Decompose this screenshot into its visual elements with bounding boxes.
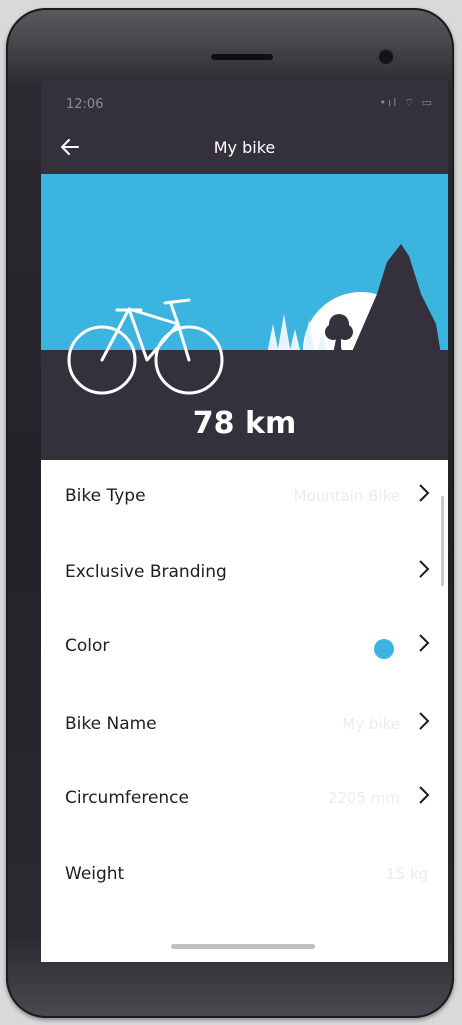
page-title: My bike: [213, 138, 276, 157]
row-value: 2205 mm: [327, 789, 400, 807]
status-bar: 12:06 •ıl ⌔ ▭: [41, 80, 448, 124]
row-value: My bike: [342, 715, 400, 733]
row-label: Color: [65, 636, 110, 656]
row-bike-name[interactable]: Bike Name My bike: [41, 688, 448, 764]
row-weight[interactable]: Weight 15 kg: [41, 838, 448, 914]
chevron-right-icon: [419, 560, 430, 578]
phone-speaker: [211, 54, 273, 60]
row-exclusive-branding[interactable]: Exclusive Branding: [41, 536, 448, 612]
phone-frame: 12:06 •ıl ⌔ ▭ My bike 78 km Bike Type Mo…: [6, 8, 454, 1018]
row-color[interactable]: Color: [41, 610, 448, 686]
chevron-right-icon: [419, 484, 430, 502]
front-camera: [379, 50, 393, 64]
bike-hero-banner: 78 km: [41, 174, 448, 460]
row-bike-type[interactable]: Bike Type Mountain Bike: [41, 460, 448, 536]
chevron-right-icon: [419, 634, 430, 652]
row-label: Weight: [65, 864, 125, 884]
total-distance: 78 km: [192, 406, 297, 441]
status-time: 12:06: [66, 97, 104, 112]
row-value: 15 kg: [385, 865, 428, 883]
chevron-right-icon: [419, 786, 430, 804]
home-indicator[interactable]: [171, 944, 315, 949]
row-label: Circumference: [65, 788, 189, 808]
app-screen: 12:06 •ıl ⌔ ▭ My bike 78 km Bike Type Mo…: [41, 80, 448, 962]
row-circumference[interactable]: Circumference 2205 mm: [41, 762, 448, 838]
status-icons: •ıl ⌔ ▭: [379, 96, 434, 109]
scrollbar[interactable]: [441, 496, 444, 586]
row-value: Mountain Bike: [293, 487, 401, 505]
row-label: Bike Name: [65, 714, 157, 734]
color-swatch: [374, 639, 394, 659]
nav-bar: My bike: [41, 124, 448, 174]
row-label: Bike Type: [65, 486, 146, 506]
bike-settings-list: Bike Type Mountain Bike Exclusive Brandi…: [41, 460, 448, 962]
row-label: Exclusive Branding: [65, 562, 227, 582]
chevron-right-icon: [419, 712, 430, 730]
